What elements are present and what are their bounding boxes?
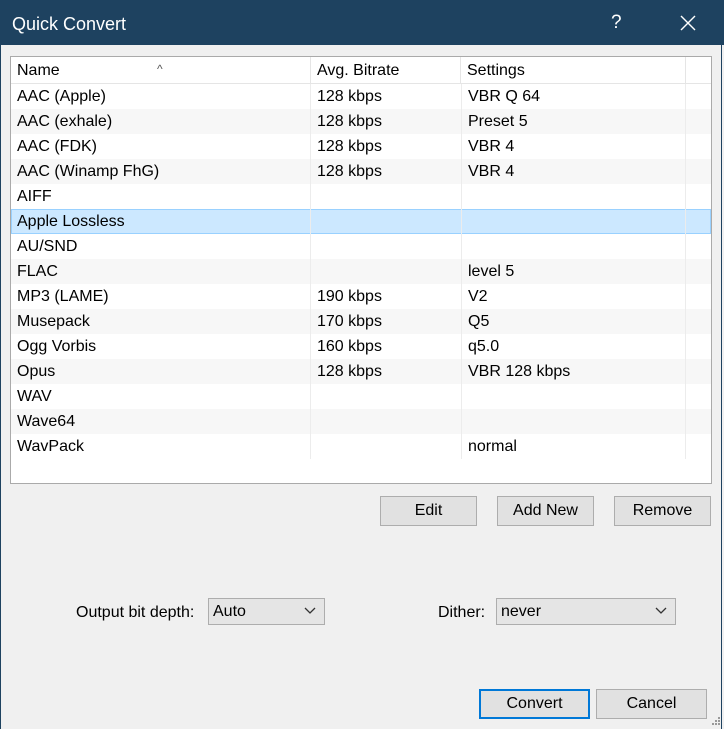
format-name-cell: AAC (Apple) (17, 88, 106, 105)
settings-cell: VBR 128 kbps (461, 359, 686, 384)
sort-ascending-icon: ^ (157, 62, 163, 76)
format-name-cell: AAC (exhale) (17, 113, 113, 130)
settings-cell: level 5 (461, 259, 686, 284)
bitrate-cell (310, 259, 461, 284)
resize-grip-icon[interactable] (711, 716, 721, 726)
dither-value: never (501, 603, 542, 620)
list-row[interactable]: AIFF (11, 184, 711, 209)
output-bit-depth-select[interactable]: Auto (208, 598, 325, 625)
remove-button[interactable]: Remove (614, 496, 711, 526)
settings-cell (461, 184, 686, 209)
bitrate-cell: 170 kbps (310, 309, 461, 334)
bitrate-cell (310, 184, 461, 209)
list-row[interactable]: FLAC level 5 (11, 259, 711, 284)
settings-cell (461, 409, 686, 434)
help-button[interactable]: ? (611, 12, 622, 34)
list-row[interactable]: Apple Lossless (11, 209, 711, 234)
title-bar: Quick Convert ? (0, 0, 724, 45)
close-icon[interactable] (680, 15, 696, 31)
settings-cell (461, 384, 686, 409)
list-row[interactable]: Opus 128 kbps VBR 128 kbps (11, 359, 711, 384)
bitrate-cell: 128 kbps (310, 159, 461, 184)
list-row[interactable]: MP3 (LAME) 190 kbps V2 (11, 284, 711, 309)
format-name-cell: Wave64 (17, 413, 76, 430)
list-row[interactable]: WAV (11, 384, 711, 409)
settings-cell: VBR 4 (461, 134, 686, 159)
cancel-button[interactable]: Cancel (596, 689, 707, 719)
settings-cell: V2 (461, 284, 686, 309)
bitrate-cell (310, 209, 461, 234)
format-name-cell: AAC (Winamp FhG) (17, 163, 160, 180)
bitrate-cell (310, 434, 461, 459)
format-name-cell: WavPack (17, 438, 84, 455)
format-name-cell: AIFF (17, 188, 52, 205)
format-name-cell: AAC (FDK) (17, 138, 97, 155)
bitrate-cell: 128 kbps (310, 109, 461, 134)
list-row[interactable]: AAC (Winamp FhG) 128 kbps VBR 4 (11, 159, 711, 184)
column-header-bitrate[interactable]: Avg. Bitrate (311, 57, 461, 83)
bitrate-cell (310, 409, 461, 434)
list-row[interactable]: Wave64 (11, 409, 711, 434)
chevron-down-icon (655, 607, 667, 614)
format-name-cell: Apple Lossless (17, 213, 125, 230)
settings-cell (461, 234, 686, 259)
format-name-cell: Ogg Vorbis (17, 338, 97, 355)
window-title: Quick Convert (12, 14, 127, 34)
edit-button[interactable]: Edit (380, 496, 477, 526)
format-name-cell: AU/SND (17, 238, 78, 255)
list-row[interactable]: AAC (exhale) 128 kbps Preset 5 (11, 109, 711, 134)
settings-cell: VBR Q 64 (461, 84, 686, 109)
settings-cell: Preset 5 (461, 109, 686, 134)
bitrate-cell: 128 kbps (310, 359, 461, 384)
settings-cell: normal (461, 434, 686, 459)
list-row[interactable]: Musepack 170 kbps Q5 (11, 309, 711, 334)
dither-select[interactable]: never (496, 598, 676, 625)
list-row[interactable]: Ogg Vorbis 160 kbps q5.0 (11, 334, 711, 359)
column-header-settings[interactable]: Settings (461, 57, 686, 83)
output-bit-depth-label: Output bit depth: (76, 604, 195, 621)
list-header: Name ^ Avg. Bitrate Settings (11, 57, 711, 84)
list-row[interactable]: AU/SND (11, 234, 711, 259)
settings-cell (461, 209, 686, 234)
bitrate-cell (310, 234, 461, 259)
convert-button[interactable]: Convert (479, 689, 590, 719)
bitrate-cell: 128 kbps (310, 134, 461, 159)
bitrate-cell: 190 kbps (310, 284, 461, 309)
format-name-cell: MP3 (LAME) (17, 288, 109, 305)
list-rows: AAC (Apple) 128 kbps VBR Q 64 AAC (exhale) 1… (11, 84, 711, 459)
format-name-cell: Opus (17, 363, 56, 380)
format-name-cell: Musepack (17, 313, 90, 330)
settings-cell: Q5 (461, 309, 686, 334)
bitrate-cell (310, 384, 461, 409)
bitrate-cell: 160 kbps (310, 334, 461, 359)
column-name-label: Name (17, 62, 60, 79)
settings-cell: q5.0 (461, 334, 686, 359)
dither-label: Dither: (438, 604, 486, 621)
list-row[interactable]: AAC (Apple) 128 kbps VBR Q 64 (11, 84, 711, 109)
output-bit-depth-value: Auto (213, 603, 246, 620)
bitrate-cell: 128 kbps (310, 84, 461, 109)
settings-cell: VBR 4 (461, 159, 686, 184)
format-list[interactable]: Name ^ Avg. Bitrate Settings AAC (Apple)… (10, 56, 712, 484)
list-row[interactable]: WavPack normal (11, 434, 711, 459)
format-name-cell: WAV (17, 388, 52, 405)
list-row[interactable]: AAC (FDK) 128 kbps VBR 4 (11, 134, 711, 159)
add-new-button[interactable]: Add New (497, 496, 594, 526)
column-header-name[interactable]: Name ^ (11, 57, 311, 83)
chevron-down-icon (304, 607, 316, 614)
format-name-cell: FLAC (17, 263, 58, 280)
